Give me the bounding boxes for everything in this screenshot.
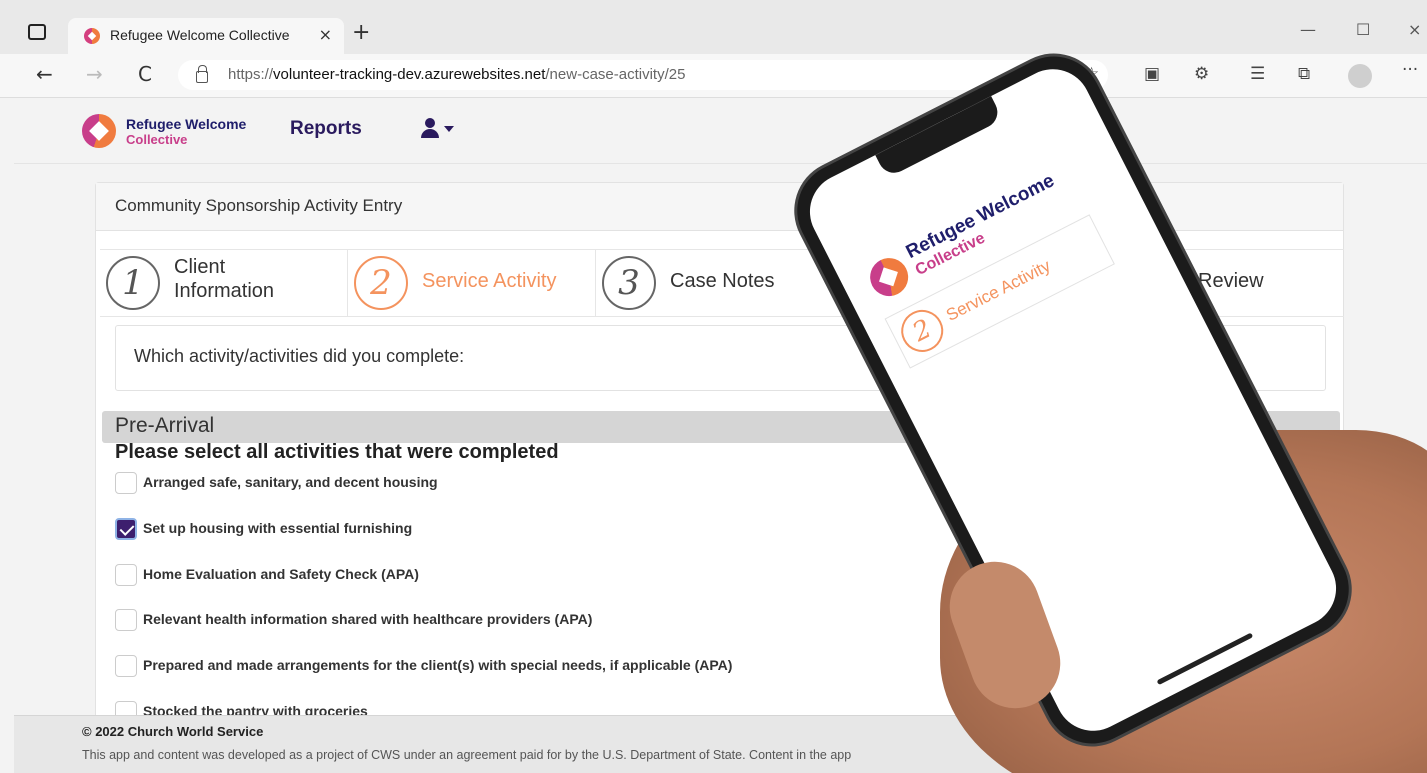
favorites-icon[interactable]: ☰ [1250,64,1265,84]
activity-checkbox[interactable] [115,609,137,631]
lock-icon[interactable] [196,65,208,83]
activity-checkbox[interactable] [115,655,137,677]
phone-step-label: Service Activity [943,256,1054,325]
step-label: Service Activity [422,270,557,292]
step-service-activity[interactable]: 2 Service Activity [348,250,596,316]
close-window-icon[interactable]: × [1408,20,1421,39]
section-instructions: Please select all activities that were c… [115,441,559,463]
tab-groups-icon[interactable]: ⧉ [1298,64,1310,84]
app-header: Refugee Welcome Collective Reports [14,98,1427,164]
url-text: https://volunteer-tracking-dev.azurewebs… [228,66,685,83]
step-number: 1 [106,256,160,310]
step-label: Review [1198,270,1264,292]
footer-disclaimer: This app and content was developed as a … [82,748,852,762]
phone-logo-icon [863,251,915,303]
extensions-icon[interactable]: ⚙ [1194,64,1209,84]
footer-copyright: © 2022 Church World Service [82,724,264,739]
activity-label[interactable]: Set up housing with essential furnishing [143,520,412,536]
url-scheme: https:// [228,66,274,83]
step-client-information[interactable]: 1 Client Information [100,250,348,316]
tab-actions-icon[interactable] [28,24,46,40]
address-bar-row: ← → C https://volunteer-tracking-dev.azu… [0,54,1427,98]
profile-avatar-icon[interactable] [1348,64,1372,88]
maximize-icon[interactable]: ☐ [1356,20,1370,39]
activity-label[interactable]: Relevant health information shared with … [143,611,592,627]
step-case-notes[interactable]: 3 Case Notes [596,250,844,316]
activity-label[interactable]: Prepared and made arrangements for the c… [143,657,732,673]
section-title: Pre-Arrival [115,414,215,437]
tab-title: Refugee Welcome Collective [110,27,290,43]
forward-icon[interactable]: → [86,62,103,86]
activity-label[interactable]: Arranged safe, sanitary, and decent hous… [143,474,438,490]
url-path: /new-case-activity/25 [545,66,686,83]
brand-logo-icon[interactable] [82,114,116,148]
more-options-icon[interactable]: ··· [1402,60,1418,80]
activity-checkbox[interactable] [115,564,137,586]
question-text: Which activity/activities did you comple… [134,346,465,366]
url-input[interactable]: https://volunteer-tracking-dev.azurewebs… [178,60,1108,90]
activity-checkbox[interactable] [115,518,137,540]
user-icon[interactable] [420,118,442,138]
nav-reports-link[interactable]: Reports [290,118,362,140]
new-tab-icon[interactable]: + [352,20,370,45]
url-host: volunteer-tracking-dev.azurewebsites.net [273,66,546,83]
collections-icon[interactable]: ▣ [1144,64,1160,84]
card-title: Community Sponsorship Activity Entry [115,196,403,215]
step-label: Information [174,280,275,302]
step-number: 2 [354,256,408,310]
minimize-icon[interactable]: — [1300,20,1316,39]
step-label: Case Notes [670,270,775,292]
back-icon[interactable]: ← [36,62,53,86]
refresh-icon[interactable]: C [138,62,152,86]
brand-name-line2[interactable]: Collective [126,132,187,147]
activity-checkbox[interactable] [115,472,137,494]
phone-step-number: 2 [893,302,951,360]
favicon-icon [84,28,100,44]
browser-tab[interactable]: Refugee Welcome Collective × [68,18,344,54]
close-tab-icon[interactable]: × [319,25,332,44]
brand-name-line1[interactable]: Refugee Welcome [126,116,246,132]
step-label: Client [174,256,226,278]
step-number: 3 [602,256,656,310]
browser-tab-bar: Refugee Welcome Collective × + — ☐ × [0,0,1427,62]
activity-label[interactable]: Home Evaluation and Safety Check (APA) [143,566,419,582]
chevron-down-icon[interactable] [444,126,454,132]
